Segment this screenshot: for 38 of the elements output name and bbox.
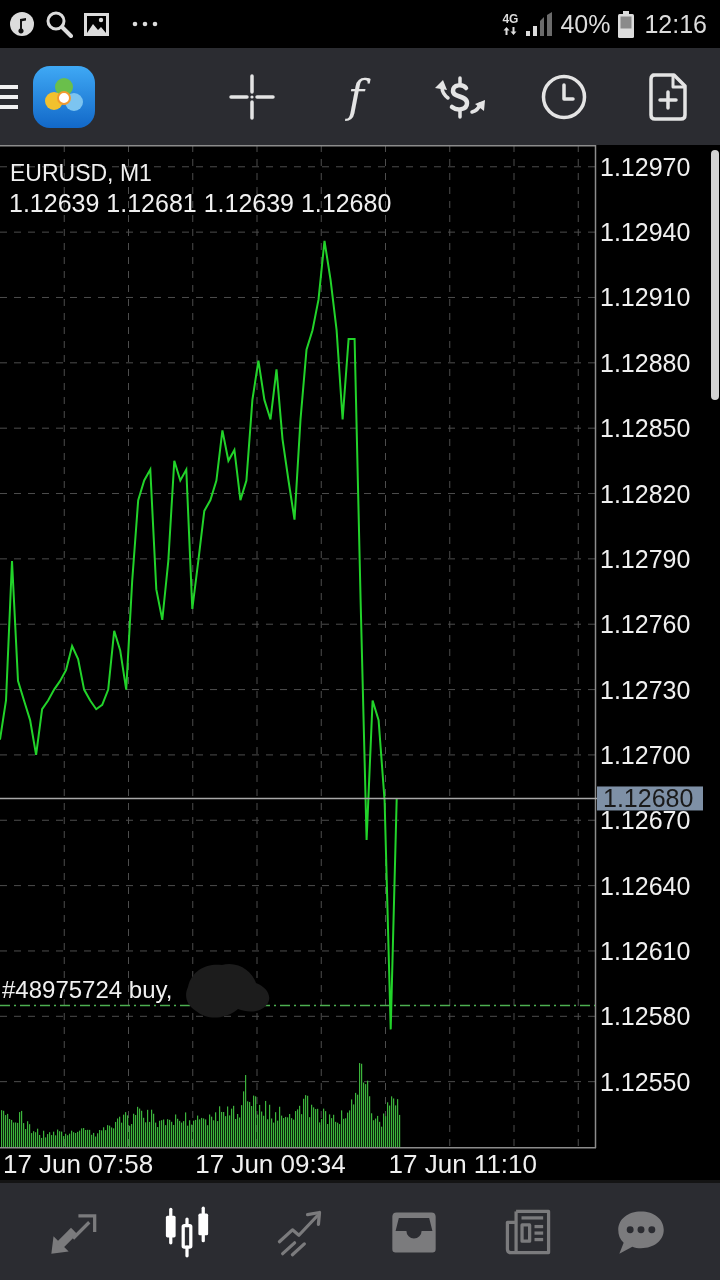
price-axis-label: 1.12610 — [600, 936, 691, 965]
price-axis-label: 1.12640 — [600, 871, 691, 900]
price-axis-label: 1.12550 — [600, 1067, 691, 1096]
price-axis-label: 1.12880 — [600, 348, 691, 377]
clock-icon[interactable] — [541, 73, 587, 120]
price-axis-label: 1.12580 — [600, 1002, 691, 1031]
current-price-tag: 1.12680 — [597, 784, 703, 812]
price-axis-label: 1.12790 — [600, 544, 691, 573]
chart-title: EURUSD, M1 — [10, 160, 152, 186]
app-logo-icon — [33, 65, 95, 128]
menu-icon[interactable] — [0, 84, 18, 109]
price-axis-label: 1.12940 — [600, 218, 691, 247]
price-axis-label: 1.12700 — [600, 740, 691, 769]
ohlc-values: 1.12639 1.12681 1.12639 1.12680 — [9, 189, 392, 217]
function-button[interactable]: f — [341, 71, 371, 122]
signal-icon — [526, 12, 553, 36]
clock-time: 12:16 — [644, 9, 707, 39]
search-icon — [45, 10, 73, 38]
price-axis-label: 1.12760 — [600, 610, 691, 639]
image-icon — [84, 12, 109, 36]
price-axis-label: 1.12910 — [600, 283, 691, 312]
price-axis-label: 1.12850 — [600, 414, 691, 443]
order-label: #48975724 buy, — [2, 976, 173, 1004]
price-axis-label: 1.12820 — [600, 479, 691, 508]
crosshair-icon[interactable] — [229, 73, 275, 120]
price-axis-label: 1.12970 — [600, 152, 691, 181]
network-type-label: 4G — [502, 13, 519, 26]
time-axis-label: 17 Jun 09:34 — [195, 1149, 346, 1179]
price-axis-label: 1.12730 — [600, 675, 691, 704]
more-dots-icon — [132, 21, 158, 27]
time-axis-label: 17 Jun 07:58 — [2, 1149, 154, 1179]
data-arrows-icon — [503, 27, 518, 35]
music-note-icon — [10, 12, 34, 36]
dollar-arrows-icon[interactable] — [433, 73, 487, 120]
time-axis-label: 17 Jun 11:10 — [388, 1149, 537, 1179]
battery-icon — [618, 10, 635, 38]
add-document-icon[interactable] — [649, 72, 687, 121]
battery-percent: 40% — [560, 9, 611, 39]
